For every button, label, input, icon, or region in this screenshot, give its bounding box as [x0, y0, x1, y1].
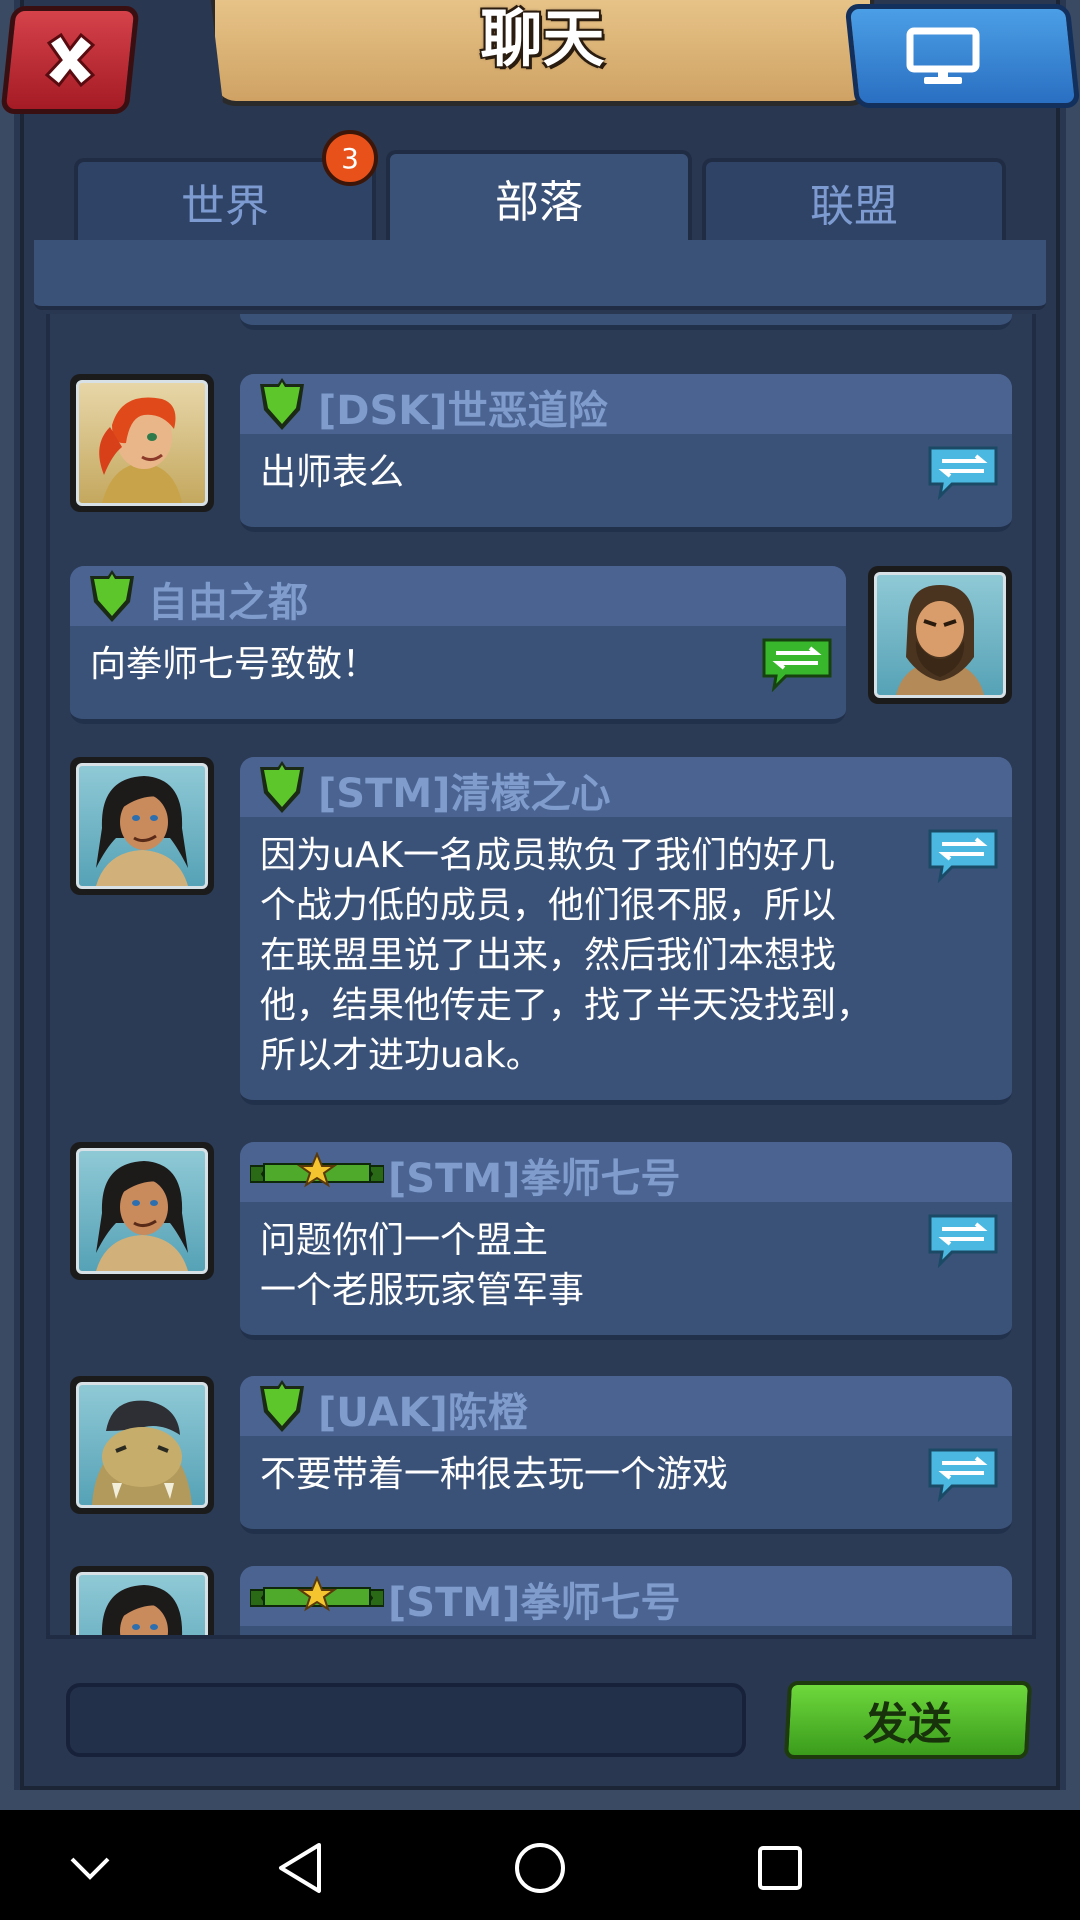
red-haired-woman-avatar-icon: [99, 397, 182, 503]
message-line: 所以才进功uak。: [260, 1035, 542, 1076]
tab-alliance-label: 联盟: [810, 181, 898, 232]
green-shield-rank-icon: [260, 378, 304, 430]
nav-hide-button[interactable]: [60, 1838, 120, 1898]
bearded-warrior-avatar-icon: [896, 585, 984, 695]
send-button[interactable]: 发送: [783, 1681, 1033, 1759]
bubble-header: [STM]清檬之心: [240, 757, 1012, 817]
close-x-icon: [44, 32, 96, 88]
tab-tribe-label: 部落: [495, 177, 583, 228]
translate-icon[interactable]: [926, 1212, 1000, 1268]
message-text: 向拳师七号致敬！: [90, 644, 379, 685]
bubble-header: [DSK]世恶道险: [240, 374, 1012, 434]
title-banner: 聊天: [210, 0, 875, 106]
translate-icon[interactable]: [926, 827, 1000, 883]
avatar[interactable]: [70, 757, 214, 895]
message-bubble: 自由之都 向拳师七号致敬！: [70, 566, 846, 724]
green-shield-rank-icon: [90, 570, 134, 622]
screen-button[interactable]: [844, 4, 1080, 108]
message-text: 不要带着一种很去玩一个游戏: [260, 1454, 729, 1495]
message-bubble: [DSK]世恶道险 出师表么: [240, 374, 1012, 532]
message-line: 问题你们一个盟主: [260, 1220, 549, 1261]
chevron-down-icon: [70, 1857, 110, 1880]
avatar[interactable]: [70, 1566, 214, 1635]
avatar[interactable]: [70, 1142, 214, 1280]
tab-bar-base: [34, 240, 1046, 310]
message-bubble: [STM]拳师七号: [240, 1566, 1012, 1635]
unread-badge: 3: [322, 130, 378, 186]
avatar[interactable]: [868, 566, 1012, 704]
translate-icon[interactable]: [926, 1446, 1000, 1502]
monitor-icon: [906, 27, 979, 84]
partial-bubble: [240, 314, 1012, 330]
message-bubble: [UAK]陈橙 不要带着一种很去玩一个游戏: [240, 1376, 1012, 1534]
dinosaur-avatar-icon: [92, 1400, 192, 1505]
star-ribbon-rank-icon: [250, 1152, 384, 1188]
star-ribbon-rank-icon: [250, 1576, 384, 1612]
tab-tribe[interactable]: 部落: [386, 150, 692, 242]
message-text: 出师表么: [260, 452, 405, 493]
message-text: 因为uAK一名成员欺负了我们的好几 个战力低的成员，他们很不服，所以 在联盟里说…: [240, 817, 1012, 1081]
close-button[interactable]: [0, 6, 140, 114]
message-bubble: [STM]拳师七号 问题你们一个盟主 一个老服玩家管军事: [240, 1142, 1012, 1340]
bubble-header: [STM]拳师七号: [240, 1566, 1012, 1626]
message-input[interactable]: [66, 1683, 746, 1757]
green-shield-rank-icon: [260, 761, 304, 813]
tab-alliance[interactable]: 联盟: [702, 158, 1006, 242]
green-shield-rank-icon: [260, 1380, 304, 1432]
sender-name[interactable]: [UAK]陈橙: [318, 1380, 528, 1438]
bubble-header: [STM]拳师七号: [240, 1142, 1012, 1202]
message-line: 个战力低的成员，他们很不服，所以: [260, 885, 837, 926]
sender-name[interactable]: [STM]清檬之心: [318, 761, 610, 819]
message-line: 一个老服玩家管军事: [260, 1270, 585, 1311]
avatar[interactable]: [70, 374, 214, 512]
send-button-label: 发送: [862, 1699, 954, 1750]
page-title: 聊天: [480, 1, 605, 75]
message-bubble: [STM]清檬之心 因为uAK一名成员欺负了我们的好几 个战力低的成员，他们很不…: [240, 757, 1012, 1105]
home-icon: [515, 1843, 565, 1893]
nav-recents-button[interactable]: [750, 1838, 810, 1898]
message-line: 他，结果他传走了，找了半天没找到，: [260, 985, 873, 1026]
translate-icon[interactable]: [760, 636, 834, 692]
sender-name[interactable]: [STM]拳师七号: [388, 1570, 680, 1628]
avatar[interactable]: [70, 1376, 214, 1514]
message-text: 问题你们一个盟主 一个老服玩家管军事: [240, 1202, 1012, 1316]
tab-world-label: 世界: [181, 181, 269, 232]
bubble-header: [UAK]陈橙: [240, 1376, 1012, 1436]
chat-list[interactable]: [DSK]世恶道险 出师表么 自由之都 向拳师七号致敬！ [STM]清檬之心 因…: [46, 314, 1036, 1639]
back-icon: [279, 1843, 321, 1893]
message-line: 在联盟里说了出来，然后我们本想找: [260, 935, 837, 976]
bubble-header: 自由之都: [70, 566, 846, 626]
recents-icon: [758, 1846, 802, 1890]
message-line: 因为uAK一名成员欺负了我们的好几: [260, 835, 836, 876]
long-haired-warrior-avatar-icon: [96, 1161, 188, 1271]
translate-icon[interactable]: [926, 444, 1000, 500]
long-haired-warrior-avatar-icon: [102, 1585, 182, 1635]
nav-home-button[interactable]: [510, 1838, 570, 1898]
sender-name[interactable]: 自由之都: [148, 570, 308, 628]
system-nav-bar: [0, 1810, 1080, 1920]
long-haired-warrior-avatar-icon: [96, 776, 188, 886]
sender-name[interactable]: [STM]拳师七号: [388, 1146, 680, 1204]
nav-back-button[interactable]: [270, 1838, 330, 1898]
sender-name[interactable]: [DSK]世恶道险: [318, 378, 608, 436]
